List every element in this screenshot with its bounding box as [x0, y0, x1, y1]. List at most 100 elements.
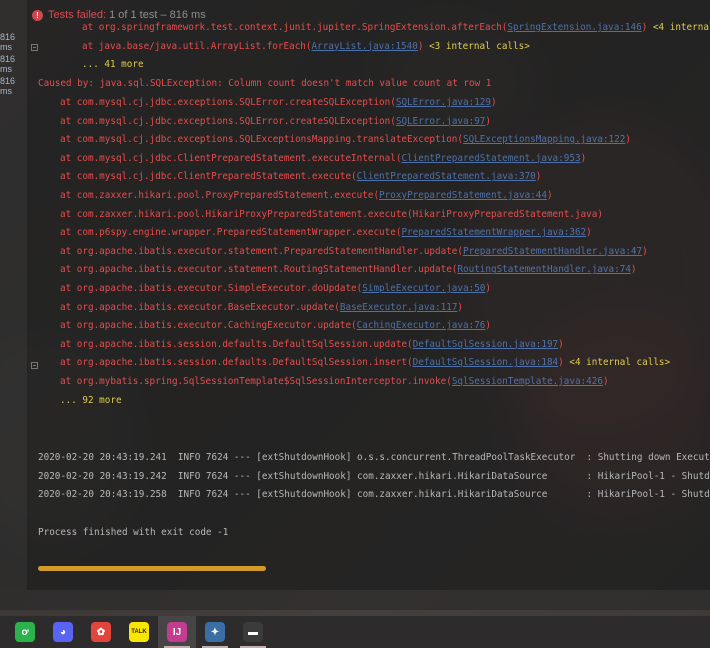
test-status-detail: 1 of 1 test – 816 ms — [109, 9, 206, 21]
source-link[interactable]: DefaultSqlSession.java:197 — [413, 339, 559, 350]
discord-icon: ◕ — [53, 622, 73, 642]
internal-calls-note: <4 internal calls> — [563, 357, 671, 369]
stack-trace-line: at org.mybatis.spring.SqlSessionTemplate… — [60, 376, 609, 388]
fold-toggle-icon[interactable] — [31, 44, 38, 51]
source-link[interactable]: PreparedStatementHandler.java:47 — [463, 246, 642, 257]
test-status-label: Tests failed: — [48, 9, 107, 21]
taskbar-item[interactable]: IJ — [158, 616, 196, 648]
taskbar-item[interactable]: ✿ — [82, 616, 120, 648]
trace-paren: ) — [491, 96, 497, 108]
source-link[interactable]: SQLExceptionsMapping.java:122 — [463, 134, 625, 145]
source-link[interactable]: ProxyPreparedStatement.java:44 — [379, 190, 547, 201]
intellij-icon: IJ — [167, 622, 187, 642]
taskbar-item[interactable]: ✦ — [196, 616, 234, 648]
more-frames[interactable]: ... 41 more — [82, 59, 144, 70]
trace-method: at com.mysql.cj.jdbc.exceptions.SQLError… — [60, 96, 396, 108]
stack-trace-line: at com.mysql.cj.jdbc.ClientPreparedState… — [60, 153, 586, 165]
source-link[interactable]: RoutingStatementHandler.java:74 — [457, 264, 631, 275]
log-line: 2020-02-20 20:43:19.241 INFO 7624 --- [e… — [38, 452, 710, 463]
test-duration[interactable]: 816 ms — [0, 76, 28, 96]
trace-method: at org.apache.ibatis.executor.statement.… — [60, 264, 458, 276]
source-link[interactable]: ClientPreparedStatement.java:370 — [357, 171, 536, 182]
trace-paren: ) — [485, 115, 492, 127]
trace-paren: ) — [546, 189, 553, 201]
trace-paren: ) — [580, 152, 587, 164]
trace-method: at org.apache.ibatis.session.defaults.De… — [60, 338, 413, 350]
trace-paren: ) — [630, 264, 637, 276]
stack-trace-line: at java.base/java.util.ArrayList.forEach… — [82, 41, 530, 53]
source-link[interactable]: DefaultSqlSession.java:184 — [413, 357, 559, 368]
source-link[interactable]: PreparedStatementWrapper.java:362 — [401, 227, 586, 238]
screen: 816 ms 816 ms 816 ms ! Tests failed: 1 o… — [0, 0, 710, 648]
trace-method: at org.apache.ibatis.session.defaults.De… — [60, 357, 413, 369]
stack-trace-line: at org.apache.ibatis.executor.BaseExecut… — [60, 302, 463, 314]
trace-method: at org.apache.ibatis.executor.statement.… — [60, 245, 463, 257]
more-frames[interactable]: ... 92 more — [60, 395, 122, 406]
trace-method: at com.p6spy.engine.wrapper.PreparedStat… — [60, 227, 402, 239]
source-link[interactable]: ArrayList.java:1540 — [312, 41, 418, 52]
stack-trace-line: at com.zaxxer.hikari.pool.HikariProxyPre… — [60, 209, 603, 221]
trace-method: at com.mysql.cj.jdbc.exceptions.SQLError… — [60, 115, 396, 127]
horizontal-scrollbar[interactable] — [38, 566, 266, 571]
source-link[interactable]: CachingExecutor.java:76 — [357, 320, 486, 331]
kakaotalk-icon: TALK — [129, 622, 149, 642]
trace-paren: ) — [535, 171, 542, 183]
stack-trace-line: at com.zaxxer.hikari.pool.ProxyPreparedS… — [60, 190, 553, 202]
stack-trace-line: ... 92 more — [60, 395, 122, 407]
trace-method: at org.apache.ibatis.executor.CachingExe… — [60, 320, 357, 332]
source-link[interactable]: ClientPreparedStatement.java:953 — [401, 153, 580, 164]
trace-method: at com.mysql.cj.jdbc.exceptions.SQLExcep… — [60, 134, 463, 146]
taskbar-item[interactable]: TALK — [120, 616, 158, 648]
process-exit-line: Process finished with exit code -1 — [38, 527, 229, 538]
log-line: 2020-02-20 20:43:19.242 INFO 7624 --- [e… — [38, 470, 710, 482]
source-link[interactable]: SQLError.java:129 — [396, 97, 491, 108]
trace-paren: ) — [625, 134, 631, 146]
stack-trace-line: at com.mysql.cj.jdbc.exceptions.SQLError… — [60, 97, 497, 109]
trace-paren: ) — [586, 227, 592, 239]
trace-paren: ) — [642, 245, 648, 257]
source-link[interactable]: BaseExecutor.java:117 — [340, 302, 458, 313]
trace-paren: ) — [558, 338, 564, 350]
tool-window-bottom-strip — [0, 590, 710, 610]
source-link[interactable]: SqlSessionTemplate.java:426 — [452, 376, 603, 387]
trace-paren: ) — [457, 301, 464, 313]
trace-paren: ) — [485, 282, 491, 294]
trace-method: at com.mysql.cj.jdbc.ClientPreparedState… — [60, 152, 402, 164]
trace-method: at org.apache.ibatis.executor.BaseExecut… — [60, 301, 340, 313]
log-line: 2020-02-20 20:43:19.258 INFO 7624 --- [e… — [38, 489, 710, 500]
app-green-icon: ơ — [15, 622, 35, 642]
ide-blue-icon: ✦ — [205, 622, 225, 642]
trace-method: at java.base/java.util.ArrayList.forEach… — [82, 40, 312, 52]
source-link[interactable]: SQLError.java:97 — [396, 116, 486, 127]
taskbar-item[interactable]: ◕ — [44, 616, 82, 648]
stack-trace-line: at com.p6spy.engine.wrapper.PreparedStat… — [60, 227, 592, 239]
source-link[interactable]: SimpleExecutor.java:50 — [362, 283, 485, 294]
taskbar-item[interactable]: ơ — [6, 616, 44, 648]
test-tree-gutter: 816 ms 816 ms 816 ms — [0, 0, 28, 590]
stack-trace-line: at org.apache.ibatis.executor.CachingExe… — [60, 320, 491, 332]
test-duration[interactable]: 816 ms — [0, 32, 28, 52]
trace-method: at org.mybatis.spring.SqlSessionTemplate… — [60, 375, 452, 387]
stack-trace-line: at org.apache.ibatis.executor.statement.… — [60, 264, 637, 276]
fold-toggle-icon[interactable] — [31, 362, 38, 369]
taskbar: ơ ◕ ✿ TALK IJ ✦ ▬ — [0, 616, 710, 648]
trace-method: at com.mysql.cj.jdbc.ClientPreparedState… — [60, 171, 357, 183]
stack-trace-line: at org.apache.ibatis.session.defaults.De… — [60, 339, 564, 351]
trace-paren: ) — [602, 375, 609, 387]
stack-trace-line: ... 41 more — [82, 59, 144, 71]
test-status-bar: ! Tests failed: 1 of 1 test – 816 ms — [28, 6, 710, 24]
stack-trace-line: at com.mysql.cj.jdbc.exceptions.SQLError… — [60, 116, 491, 128]
test-failed-icon: ! — [32, 9, 43, 21]
run-tool-window: 816 ms 816 ms 816 ms ! Tests failed: 1 o… — [0, 0, 710, 600]
caused-by-line: Caused by: java.sql.SQLException: Column… — [38, 78, 492, 90]
stack-trace-line: at com.mysql.cj.jdbc.exceptions.SQLExcep… — [60, 134, 631, 146]
internal-calls-note: <3 internal calls> — [423, 40, 530, 52]
app-red-icon: ✿ — [91, 622, 111, 642]
stack-trace-line: at org.apache.ibatis.session.defaults.De… — [60, 357, 670, 369]
trace-method: at org.apache.ibatis.executor.SimpleExec… — [60, 282, 363, 294]
stack-trace-line: at org.apache.ibatis.executor.SimpleExec… — [60, 283, 491, 295]
taskbar-item[interactable]: ▬ — [234, 616, 272, 648]
trace-method: at com.zaxxer.hikari.pool.HikariProxyPre… — [60, 208, 603, 220]
test-duration[interactable]: 816 ms — [0, 54, 28, 74]
trace-method: at com.zaxxer.hikari.pool.ProxyPreparedS… — [60, 189, 380, 201]
